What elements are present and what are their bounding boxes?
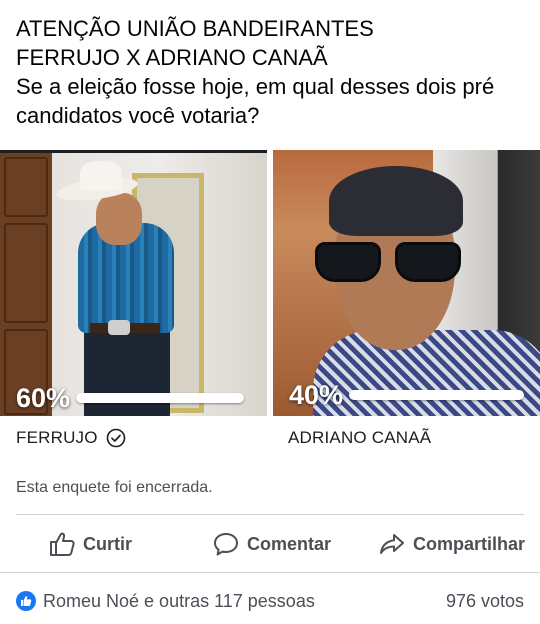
votes-count[interactable]: 976 votos xyxy=(446,591,524,612)
reactions-footer: Romeu Noé e outras 117 pessoas 976 votos xyxy=(16,588,524,614)
result-row-adriano: 40% xyxy=(289,379,525,410)
option-name-ferrujo: FERRUJO xyxy=(16,428,98,447)
check-circle-icon xyxy=(106,428,125,448)
result-bar-ferrujo xyxy=(76,393,245,403)
divider-bottom xyxy=(0,572,540,573)
post-text: ATENÇÃO UNIÃO BANDEIRANTES FERRUJO X ADR… xyxy=(16,14,526,130)
post-text-line-2: FERRUJO X ADRIANO CANAÃ xyxy=(16,45,328,70)
poll-option-ferrujo[interactable]: 60% xyxy=(0,150,267,416)
candidate-photo-ferrujo xyxy=(0,153,267,416)
post-text-line-1: ATENÇÃO UNIÃO BANDEIRANTES xyxy=(16,16,374,41)
poll-status: Esta enquete foi encerrada. xyxy=(16,479,213,496)
poll-option-adriano[interactable]: 40% xyxy=(273,150,540,416)
like-label: Curtir xyxy=(83,533,132,554)
hat-crown xyxy=(80,161,122,191)
belt-buckle xyxy=(108,320,130,335)
like-reaction-icon xyxy=(16,591,36,611)
post-text-line-3: Se a eleição fosse hoje, em qual desses … xyxy=(16,74,495,99)
reactions-text[interactable]: Romeu Noé e outras 117 pessoas xyxy=(43,591,315,612)
person-head xyxy=(96,193,142,245)
candidate-photo-adriano xyxy=(273,150,540,416)
share-label: Compartilhar xyxy=(413,533,526,554)
option-name-adriano: ADRIANO CANAÃ xyxy=(288,428,432,447)
post-text-line-4: candidatos você votaria? xyxy=(16,103,260,128)
comment-button[interactable]: Comentar xyxy=(212,526,331,562)
option-label-adriano[interactable]: ADRIANO CANAÃ xyxy=(288,428,431,448)
action-bar: Curtir Comentar Compartilhar xyxy=(0,526,540,562)
result-row-ferrujo: 60% xyxy=(16,382,245,413)
comment-label: Comentar xyxy=(247,533,332,554)
share-arrow-icon xyxy=(380,534,404,554)
thumbs-up-icon xyxy=(50,532,75,556)
share-button[interactable]: Compartilhar xyxy=(378,526,525,562)
percent-adriano: 40% xyxy=(289,379,344,410)
result-bar-adriano xyxy=(349,390,525,400)
comment-bubble-icon xyxy=(214,533,238,556)
poll-images: 60% 40% xyxy=(0,150,540,416)
person-hair xyxy=(329,166,463,236)
option-label-ferrujo[interactable]: FERRUJO xyxy=(16,428,126,448)
percent-ferrujo: 60% xyxy=(16,382,71,413)
divider-top xyxy=(16,514,524,515)
like-button[interactable]: Curtir xyxy=(48,526,132,562)
cabinet-decoration xyxy=(0,153,52,416)
sunglasses xyxy=(315,242,465,282)
